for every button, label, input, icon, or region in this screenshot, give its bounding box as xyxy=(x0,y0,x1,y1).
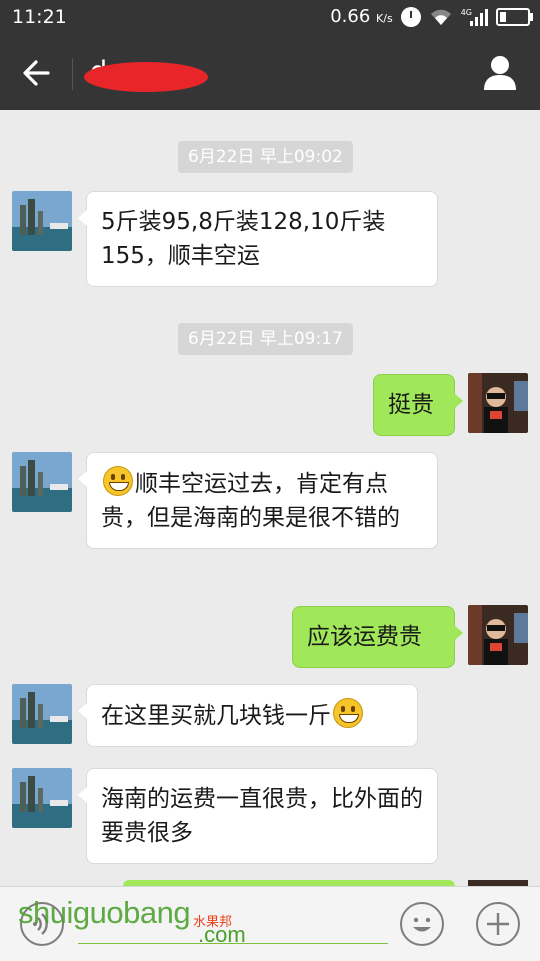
message-bubble-outgoing[interactable]: 应该运费贵 xyxy=(292,606,463,668)
timestamp: 6月22日 早上09:02 xyxy=(178,141,353,173)
wifi-icon xyxy=(429,8,453,26)
back-button[interactable] xyxy=(18,54,56,92)
redaction-mark xyxy=(84,62,208,92)
grinning-face-icon xyxy=(333,698,363,728)
network-type: 4G xyxy=(460,7,472,17)
watermark-text: shuiguobang xyxy=(18,895,191,930)
timestamp: 6月22日 早上09:17 xyxy=(178,323,353,355)
message-bubble-incoming[interactable]: 海南的运费一直很贵，比外面的要贵很多 xyxy=(78,768,438,864)
status-bar: 11:21 0.66 K/s 4G xyxy=(0,0,540,36)
message-text: 挺贵 xyxy=(388,392,434,418)
arrow-left-icon xyxy=(23,60,50,86)
message-text: 在这里买就几块钱一斤 xyxy=(101,703,331,729)
message-bubble-incoming[interactable]: 5斤装95,8斤装128,10斤装155，顺丰空运 xyxy=(78,191,438,287)
network-speed: 0.66 K/s xyxy=(330,6,392,27)
my-avatar[interactable] xyxy=(468,605,528,665)
plus-button[interactable] xyxy=(476,902,520,946)
my-avatar[interactable] xyxy=(468,373,528,433)
message-text: 应该运费贵 xyxy=(307,624,422,650)
watermark-suffix: .com xyxy=(198,922,246,947)
message-text: 5斤装95,8斤装128,10斤装155，顺丰空运 xyxy=(101,209,386,269)
battery-icon xyxy=(496,7,533,26)
emoji-button[interactable] xyxy=(400,902,444,946)
status-indicators: 0.66 K/s 4G xyxy=(330,6,533,27)
alarm-icon xyxy=(400,6,421,27)
signal-icon: 4G xyxy=(461,8,488,26)
message-text: 海南的运费一直很贵，比外面的要贵很多 xyxy=(101,786,423,846)
title-divider xyxy=(72,58,73,90)
plus-icon xyxy=(487,913,509,935)
message-bubble-incoming[interactable]: 顺丰空运过去，肯定有点贵，但是海南的果是很不错的 xyxy=(78,452,438,549)
person-icon xyxy=(484,56,516,90)
message-bubble-outgoing[interactable]: 挺贵 xyxy=(373,374,463,436)
message-bubble-incoming[interactable]: 在这里买就几块钱一斤 xyxy=(78,684,418,747)
status-time: 11:21 xyxy=(12,6,67,28)
network-speed-unit: K/s xyxy=(376,12,393,25)
chat-header: dy.....ra xyxy=(0,36,540,110)
message-text: 顺丰空运过去，肯定有点贵，但是海南的果是很不错的 xyxy=(101,471,400,531)
network-speed-value: 0.66 xyxy=(330,6,371,27)
contact-avatar[interactable] xyxy=(12,452,72,512)
contact-avatar[interactable] xyxy=(12,191,72,251)
contact-avatar[interactable] xyxy=(12,768,72,828)
grinning-face-icon xyxy=(103,466,133,496)
contact-avatar[interactable] xyxy=(12,684,72,744)
emoji-icon xyxy=(413,917,431,932)
profile-button[interactable] xyxy=(482,54,518,92)
